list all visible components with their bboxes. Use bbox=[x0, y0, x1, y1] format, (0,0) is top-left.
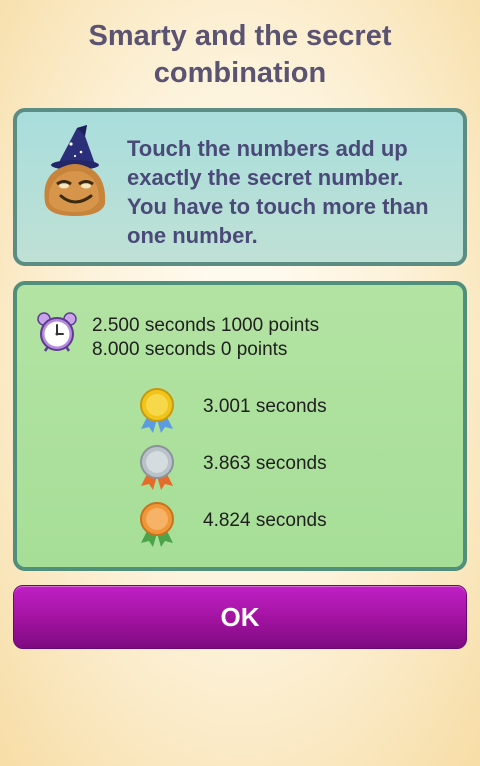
wizard-pou-icon bbox=[44, 125, 106, 216]
time-points-line: 8.000 seconds 0 points bbox=[92, 339, 288, 360]
ok-button[interactable]: OK bbox=[13, 585, 467, 649]
bronze-medal-icon bbox=[140, 502, 174, 547]
instructions-panel: Touch the numbers add up exactly the sec… bbox=[13, 108, 467, 266]
silver-medal-icon bbox=[140, 445, 174, 490]
gold-medal-time: 3.001 seconds bbox=[203, 396, 327, 417]
silver-medal-time: 3.863 seconds bbox=[203, 453, 327, 474]
page-title: Smarty and the secret combination bbox=[88, 20, 392, 89]
gold-medal-row: 3.001 seconds bbox=[137, 387, 417, 433]
instructions-text: Touch the numbers add up exactly the sec… bbox=[127, 136, 429, 248]
silver-medal-row: 3.863 seconds bbox=[137, 444, 417, 490]
scoring-panel: 2.500 seconds 1000 points 8.000 seconds … bbox=[13, 281, 467, 571]
time-points-line: 2.500 seconds 1000 points bbox=[92, 315, 320, 336]
gold-medal-icon bbox=[140, 388, 174, 433]
bronze-medal-time: 4.824 seconds bbox=[203, 510, 327, 531]
bronze-medal-row: 4.824 seconds bbox=[137, 501, 417, 547]
alarm-clock-icon bbox=[37, 312, 77, 352]
